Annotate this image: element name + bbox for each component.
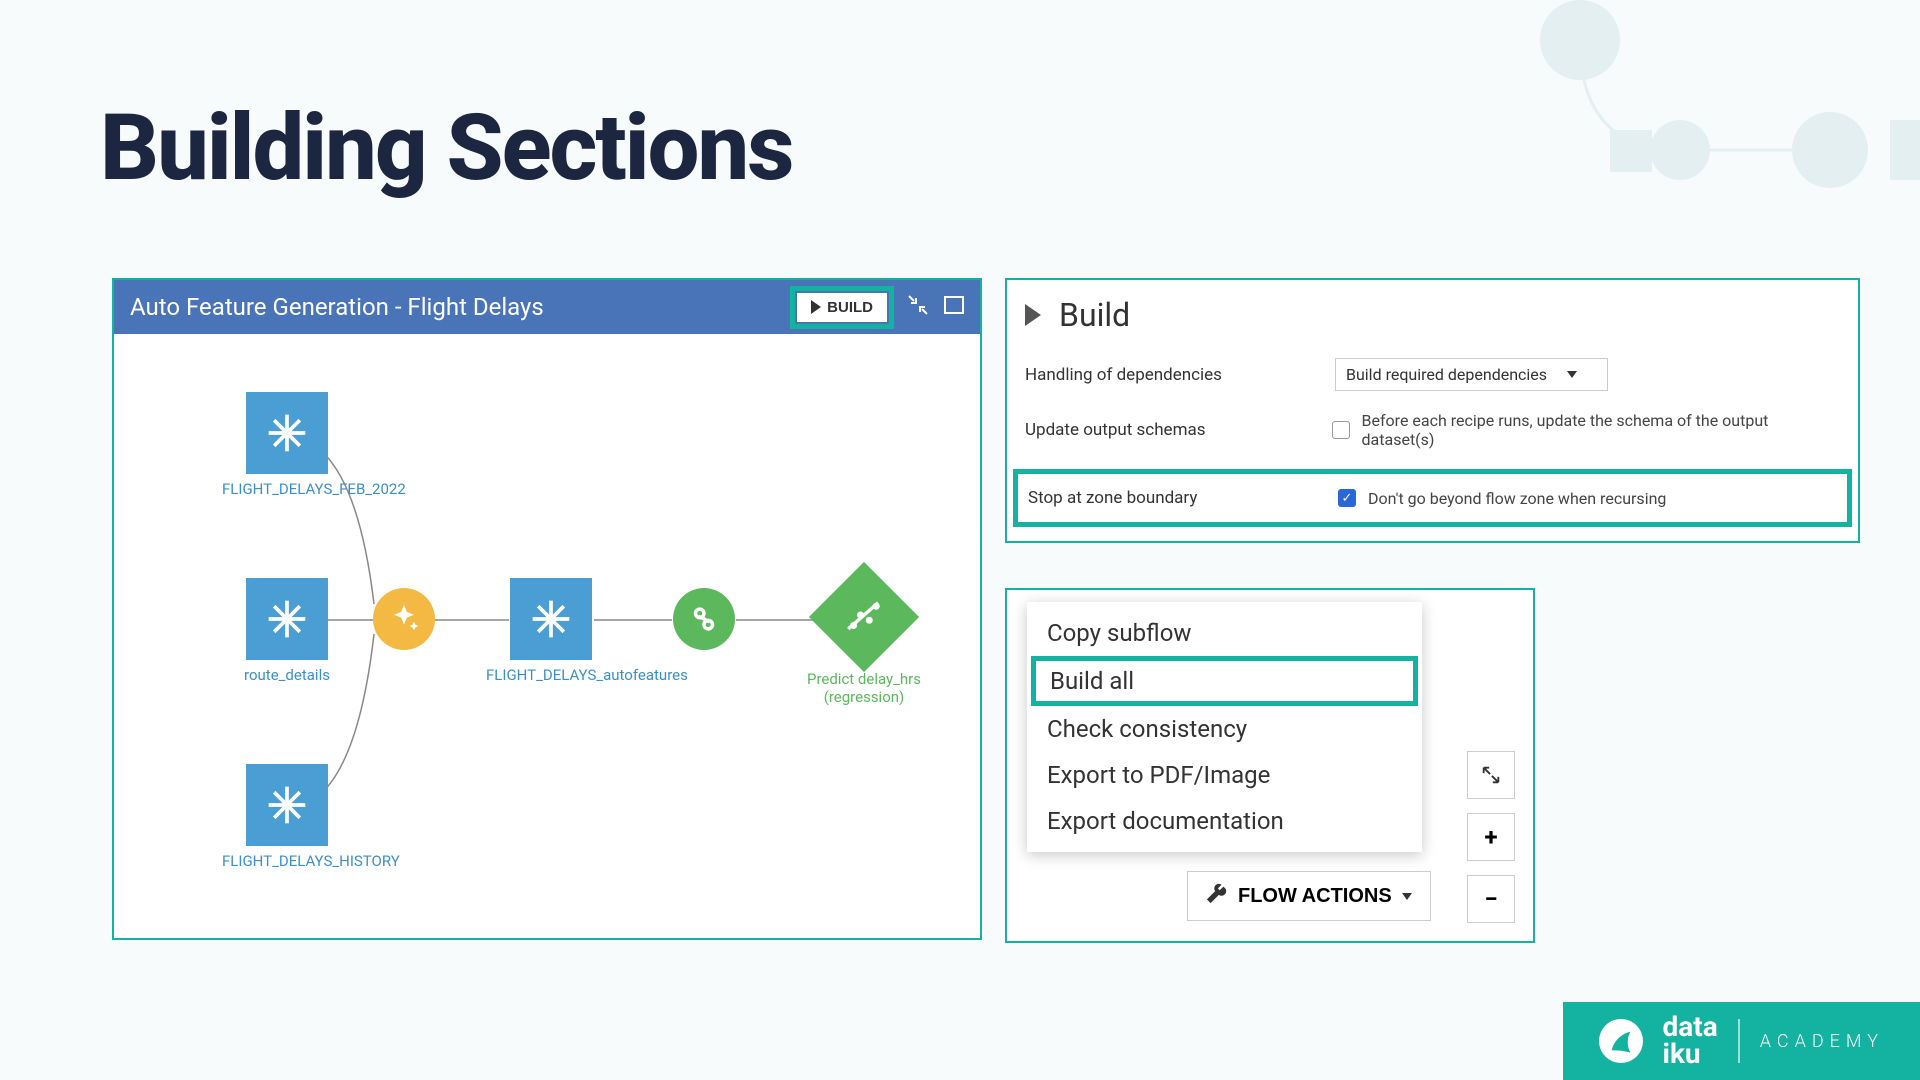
cfg-row-update-schemas: Update output schemas Before each recipe… [1025, 411, 1840, 449]
build-button-highlight: BUILD [790, 286, 894, 329]
cfg-label-stop: Stop at zone boundary [1028, 488, 1338, 508]
chevron-down-icon [1402, 893, 1412, 900]
dataset-history-label: FLIGHT_DELAYS_HISTORY [222, 852, 352, 870]
stop-zone-checkbox[interactable]: ✓ [1338, 489, 1356, 507]
build-button[interactable]: BUILD [797, 293, 887, 322]
update-schemas-hint: Before each recipe runs, update the sche… [1362, 411, 1840, 449]
menu-copy-subflow[interactable]: Copy subflow [1027, 610, 1422, 656]
dataset-route-label: route_details [222, 666, 352, 684]
wrench-icon [1206, 882, 1228, 910]
cfg-row-dependencies: Handling of dependencies Build required … [1025, 358, 1840, 391]
dependencies-select[interactable]: Build required dependencies [1335, 358, 1608, 391]
menu-check-consistency[interactable]: Check consistency [1027, 706, 1422, 752]
page-title: Building Sections [100, 95, 792, 202]
dataset-feb22[interactable]: FLIGHT_DELAYS_FEB_2022 [222, 392, 352, 498]
recipe-ml[interactable] [669, 588, 739, 650]
dataset-feb22-label: FLIGHT_DELAYS_FEB_2022 [222, 480, 352, 498]
brand-name-bot: iku [1663, 1041, 1718, 1068]
brand-name: data iku [1663, 1014, 1718, 1067]
zoom-controls: + − [1467, 751, 1515, 923]
flow-canvas[interactable]: FLIGHT_DELAYS_FEB_2022 route_details FLI… [114, 334, 980, 938]
recipe-autofeat[interactable] [369, 588, 439, 650]
build-config-panel: Build Handling of dependencies Build req… [1005, 278, 1860, 543]
window-icon[interactable] [944, 296, 964, 319]
decorative-background [1320, 0, 1920, 220]
cfg-row-stop-zone: Stop at zone boundary ✓ Don't go beyond … [1013, 469, 1852, 527]
flow-actions-menu: Copy subflow Build all Check consistency… [1027, 602, 1422, 852]
stop-zone-hint: Don't go beyond flow zone when recursing [1368, 489, 1666, 508]
zoom-in-button[interactable]: + [1467, 813, 1515, 861]
model-predict[interactable]: Predict delay_hrs (regression) [794, 564, 934, 706]
dataset-autofeat-label: FLIGHT_DELAYS_autofeatures [486, 666, 616, 684]
dataiku-logo-icon [1599, 1019, 1643, 1063]
flow-panel: Auto Feature Generation - Flight Delays … [112, 278, 982, 940]
flow-actions-button[interactable]: FLOW ACTIONS [1187, 871, 1431, 921]
play-icon [811, 300, 821, 314]
flow-actions-panel: Copy subflow Build all Check consistency… [1005, 588, 1535, 943]
flow-title: Auto Feature Generation - Flight Delays [130, 293, 544, 321]
dataset-history[interactable]: FLIGHT_DELAYS_HISTORY [222, 764, 352, 870]
build-heading: Build [1025, 296, 1840, 334]
brand-sub: ACADEMY [1760, 1031, 1884, 1052]
flow-header: Auto Feature Generation - Flight Delays … [114, 280, 980, 334]
menu-build-all[interactable]: Build all [1031, 656, 1418, 706]
cfg-label-update: Update output schemas [1025, 420, 1332, 440]
update-schemas-checkbox[interactable] [1332, 421, 1350, 439]
brand-divider [1738, 1019, 1740, 1063]
model-predict-label: Predict delay_hrs (regression) [794, 670, 934, 706]
chevron-down-icon [1567, 371, 1577, 378]
play-icon [1025, 304, 1041, 326]
menu-export-doc[interactable]: Export documentation [1027, 798, 1422, 844]
dataset-autofeat[interactable]: FLIGHT_DELAYS_autofeatures [486, 578, 616, 684]
flow-actions-label: FLOW ACTIONS [1238, 885, 1392, 908]
dependencies-select-value: Build required dependencies [1346, 365, 1547, 384]
expand-button[interactable] [1467, 751, 1515, 799]
build-heading-label: Build [1059, 296, 1130, 334]
zoom-out-button[interactable]: − [1467, 875, 1515, 923]
brand-footer: data iku ACADEMY [1563, 1002, 1920, 1080]
cfg-label-deps: Handling of dependencies [1025, 365, 1335, 385]
minimize-icon[interactable] [908, 295, 928, 320]
build-button-label: BUILD [827, 299, 873, 316]
menu-export-pdf[interactable]: Export to PDF/Image [1027, 752, 1422, 798]
dataset-route[interactable]: route_details [222, 578, 352, 684]
